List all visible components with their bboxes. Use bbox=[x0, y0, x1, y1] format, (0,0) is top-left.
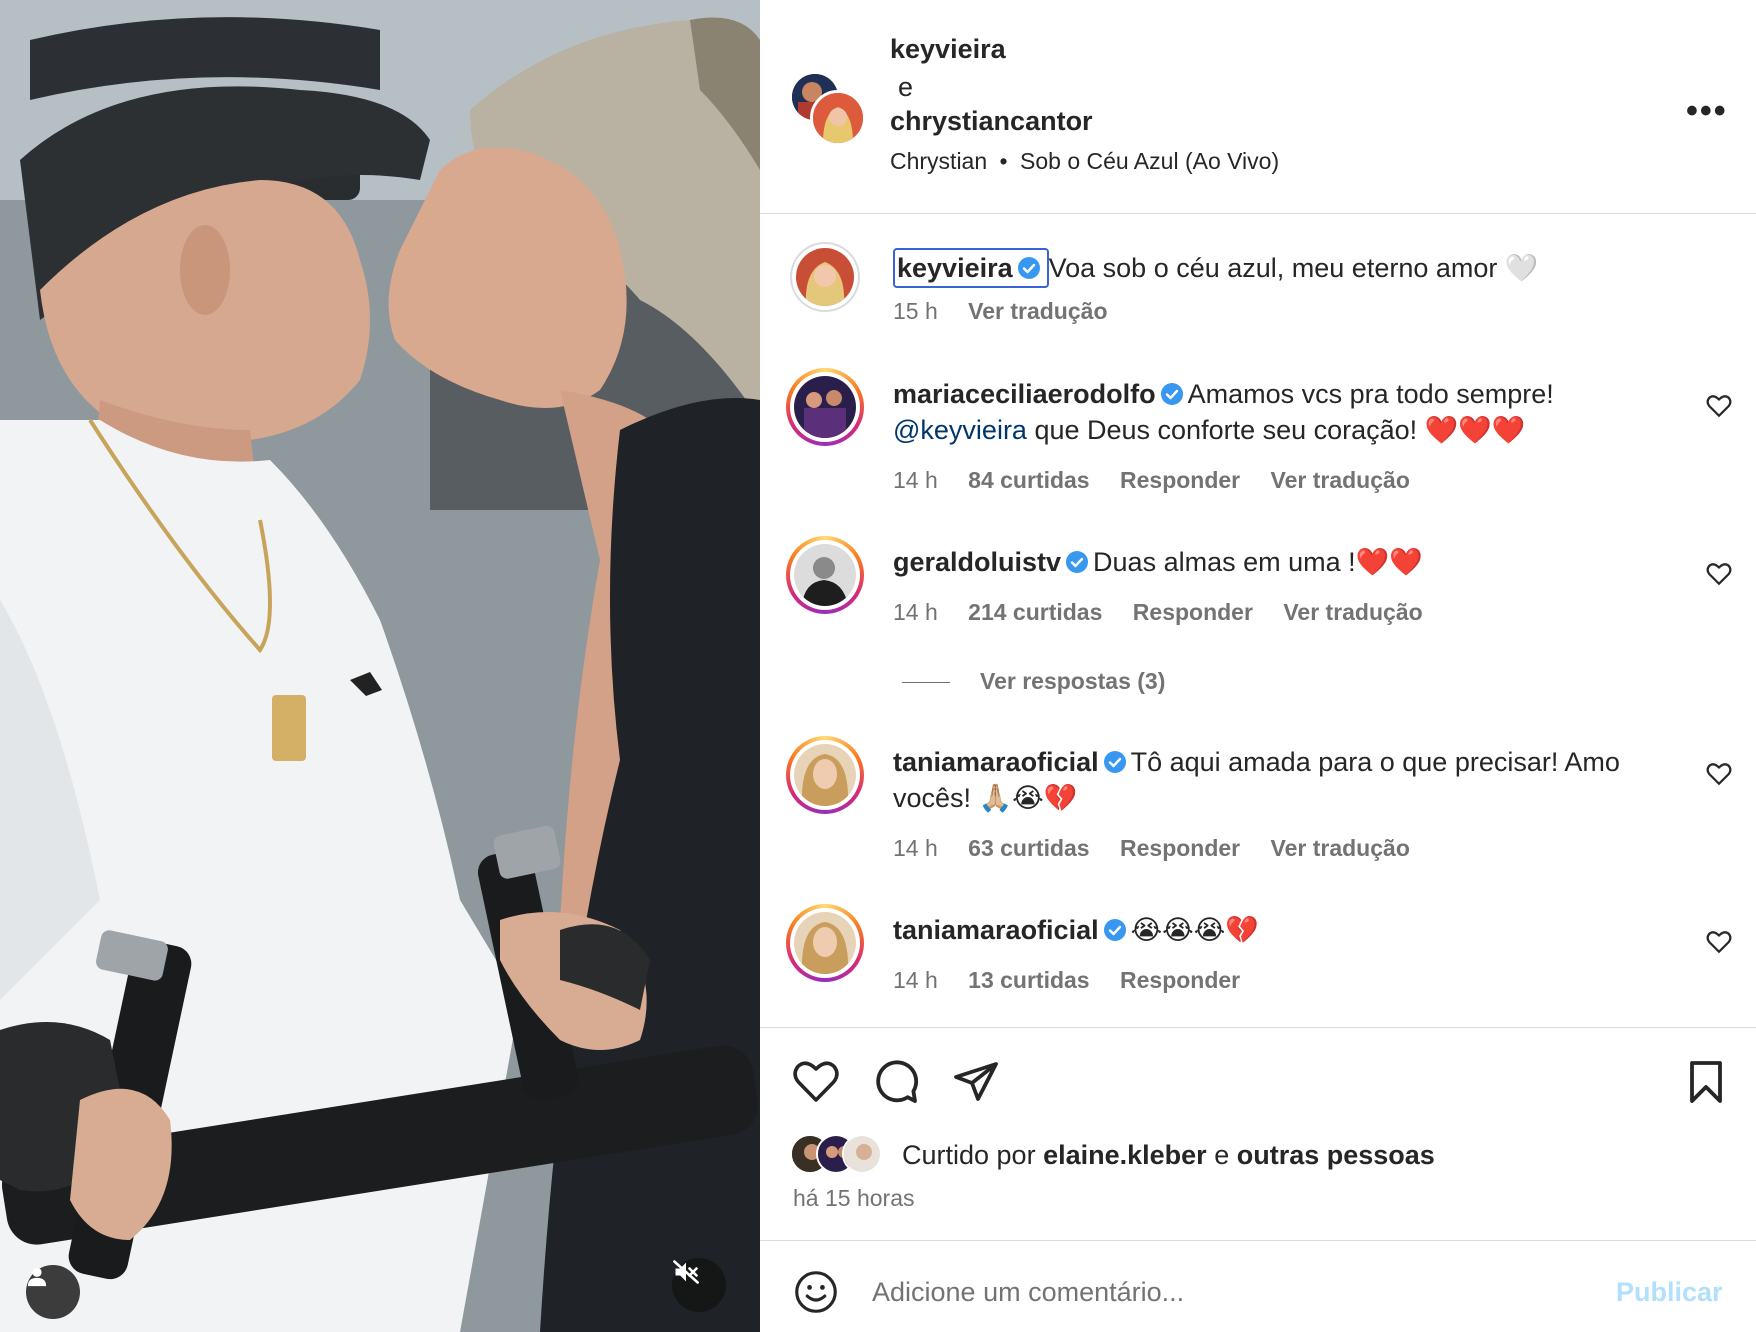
audio-artist[interactable]: Chrystian bbox=[890, 148, 987, 174]
comment-4-avatar bbox=[794, 912, 856, 974]
heart-icon[interactable] bbox=[1706, 394, 1732, 418]
comment-4-reply-button[interactable]: Responder bbox=[1120, 967, 1240, 993]
comment-1-text: Amamos vcs pra todo sempre! bbox=[1187, 379, 1554, 409]
comment-2-text: Duas almas em uma !❤️❤️ bbox=[1093, 547, 1423, 577]
liked-by-summary: Curtido por elaine.kleber e outras pesso… bbox=[902, 1140, 1435, 1171]
liked-by-others[interactable]: outras pessoas bbox=[1237, 1140, 1435, 1170]
comment-3-avatar-ring[interactable] bbox=[786, 736, 864, 814]
liked-by-user[interactable]: elaine.kleber bbox=[1043, 1140, 1207, 1170]
comment-3-avatar bbox=[794, 744, 856, 806]
comment-1-time[interactable]: 14 h bbox=[893, 467, 938, 493]
author-username-b[interactable]: chrystiancantor bbox=[890, 106, 1093, 137]
tagged-people-button[interactable] bbox=[26, 1265, 80, 1319]
comment-2-username[interactable]: geraldoluistv bbox=[893, 547, 1061, 577]
avatar-author-b[interactable] bbox=[810, 90, 866, 146]
caption-avatar bbox=[796, 248, 854, 306]
comment-icon[interactable] bbox=[872, 1058, 920, 1106]
bookmark-icon[interactable] bbox=[1682, 1058, 1730, 1106]
comment-3: taniamaraoficial Tô aqui amada para o que… bbox=[893, 744, 1683, 816]
liked-by-prefix: Curtido por bbox=[902, 1140, 1044, 1170]
emoji-icon[interactable] bbox=[794, 1270, 838, 1314]
comment-3-translate-button[interactable]: Ver tradução bbox=[1271, 835, 1410, 861]
comment-2-translate-button[interactable]: Ver tradução bbox=[1283, 599, 1422, 625]
comment-1-meta: 14 h 84 curtidas Responder Ver tradução bbox=[893, 467, 1434, 494]
comment-3-username[interactable]: taniamaraoficial bbox=[893, 747, 1099, 777]
comment-1-username[interactable]: mariaceciliaerodolfo bbox=[893, 379, 1156, 409]
comment-2: geraldoluistv Duas almas em uma !❤️❤️ bbox=[893, 544, 1683, 580]
comments-divider bbox=[760, 1027, 1756, 1028]
audio-track[interactable]: Sob o Céu Azul (Ao Vivo) bbox=[1020, 148, 1279, 174]
caption-meta: 15 h Ver tradução bbox=[893, 298, 1132, 325]
comment-2-avatar-ring[interactable] bbox=[786, 536, 864, 614]
post-media[interactable] bbox=[0, 0, 760, 1332]
audio-separator: • bbox=[999, 148, 1008, 174]
more-options-icon[interactable]: ••• bbox=[1686, 92, 1728, 131]
comment-input[interactable] bbox=[872, 1277, 1552, 1308]
caption-username[interactable]: keyvieira bbox=[897, 253, 1013, 283]
comment-2-time[interactable]: 14 h bbox=[893, 599, 938, 625]
publish-button[interactable]: Publicar bbox=[1616, 1277, 1723, 1308]
caption-time[interactable]: 15 h bbox=[893, 298, 938, 324]
comment-1-translate-button[interactable]: Ver tradução bbox=[1271, 467, 1410, 493]
comment-4: taniamaraoficial 😭😭😭💔 bbox=[893, 912, 1683, 948]
comment-2-reply-button[interactable]: Responder bbox=[1133, 599, 1253, 625]
comment-4-username[interactable]: taniamaraoficial bbox=[893, 915, 1099, 945]
composer-divider bbox=[760, 1240, 1756, 1241]
comment-3-likes[interactable]: 63 curtidas bbox=[968, 835, 1089, 861]
verified-badge-icon bbox=[1160, 383, 1183, 405]
view-replies-button[interactable]: Ver respostas (3) bbox=[902, 668, 1165, 695]
share-icon[interactable] bbox=[952, 1058, 1000, 1106]
replies-divider bbox=[902, 682, 950, 684]
heart-icon[interactable] bbox=[1706, 930, 1732, 954]
comment-1-reply-button[interactable]: Responder bbox=[1120, 467, 1240, 493]
comment-3-meta: 14 h 63 curtidas Responder Ver tradução bbox=[893, 835, 1434, 862]
caption-avatar-ring[interactable] bbox=[790, 242, 860, 312]
post-photo bbox=[0, 0, 760, 1332]
comment-3-reply-button[interactable]: Responder bbox=[1120, 835, 1240, 861]
author-connector: e bbox=[898, 72, 914, 102]
comment-4-avatar-ring[interactable] bbox=[786, 904, 864, 982]
comment-1-avatar bbox=[794, 376, 856, 438]
comment-4-meta: 14 h 13 curtidas Responder bbox=[893, 967, 1264, 994]
caption-translate-button[interactable]: Ver tradução bbox=[968, 298, 1107, 324]
comment-4-likes[interactable]: 13 curtidas bbox=[968, 967, 1089, 993]
person-tag-icon bbox=[27, 1267, 47, 1287]
comment-2-likes[interactable]: 214 curtidas bbox=[968, 599, 1102, 625]
comment-1-likes[interactable]: 84 curtidas bbox=[968, 467, 1089, 493]
comment-4-time[interactable]: 14 h bbox=[893, 967, 938, 993]
muted-speaker-icon bbox=[673, 1260, 699, 1284]
comment-1-avatar-ring[interactable] bbox=[786, 368, 864, 446]
verified-badge-icon bbox=[1103, 919, 1126, 941]
author-username-a[interactable]: keyvieira bbox=[890, 34, 1006, 65]
liker-avatar bbox=[842, 1134, 882, 1174]
view-replies-label[interactable]: Ver respostas (3) bbox=[980, 668, 1165, 694]
comment-4-text: 😭😭😭💔 bbox=[1130, 915, 1259, 945]
caption-text: Voa sob o céu azul, meu eterno amor 🤍 bbox=[1048, 253, 1539, 283]
post-details-panel: keyvieira e chrystiancantor Chrystian • … bbox=[760, 0, 1756, 1332]
comment-1-text-rest: que Deus conforte seu coração! ❤️❤️❤️ bbox=[1026, 415, 1526, 445]
comment-2-avatar bbox=[794, 544, 856, 606]
comment-2-meta: 14 h 214 curtidas Responder Ver tradução bbox=[893, 599, 1447, 626]
verified-badge-icon bbox=[1017, 257, 1040, 279]
heart-icon[interactable] bbox=[792, 1058, 840, 1106]
post-timestamp[interactable]: há 15 horas bbox=[793, 1185, 914, 1212]
caption: keyvieira Voa sob o céu azul, meu eterno … bbox=[893, 248, 1683, 288]
heart-icon[interactable] bbox=[1706, 762, 1732, 786]
heart-icon[interactable] bbox=[1706, 562, 1732, 586]
mute-toggle-button[interactable] bbox=[672, 1258, 726, 1312]
comment-1-mention[interactable]: @keyvieira bbox=[893, 415, 1027, 445]
caption-username-link[interactable]: keyvieira bbox=[893, 248, 1049, 288]
verified-badge-icon bbox=[1066, 551, 1089, 573]
comment-1: mariaceciliaerodolfo Amamos vcs pra todo … bbox=[893, 376, 1683, 448]
header-divider bbox=[760, 213, 1756, 214]
audio-info[interactable]: Chrystian • Sob o Céu Azul (Ao Vivo) bbox=[890, 148, 1279, 175]
liked-by-joiner: e bbox=[1206, 1140, 1237, 1170]
comment-3-time[interactable]: 14 h bbox=[893, 835, 938, 861]
verified-badge-icon bbox=[1103, 751, 1126, 773]
